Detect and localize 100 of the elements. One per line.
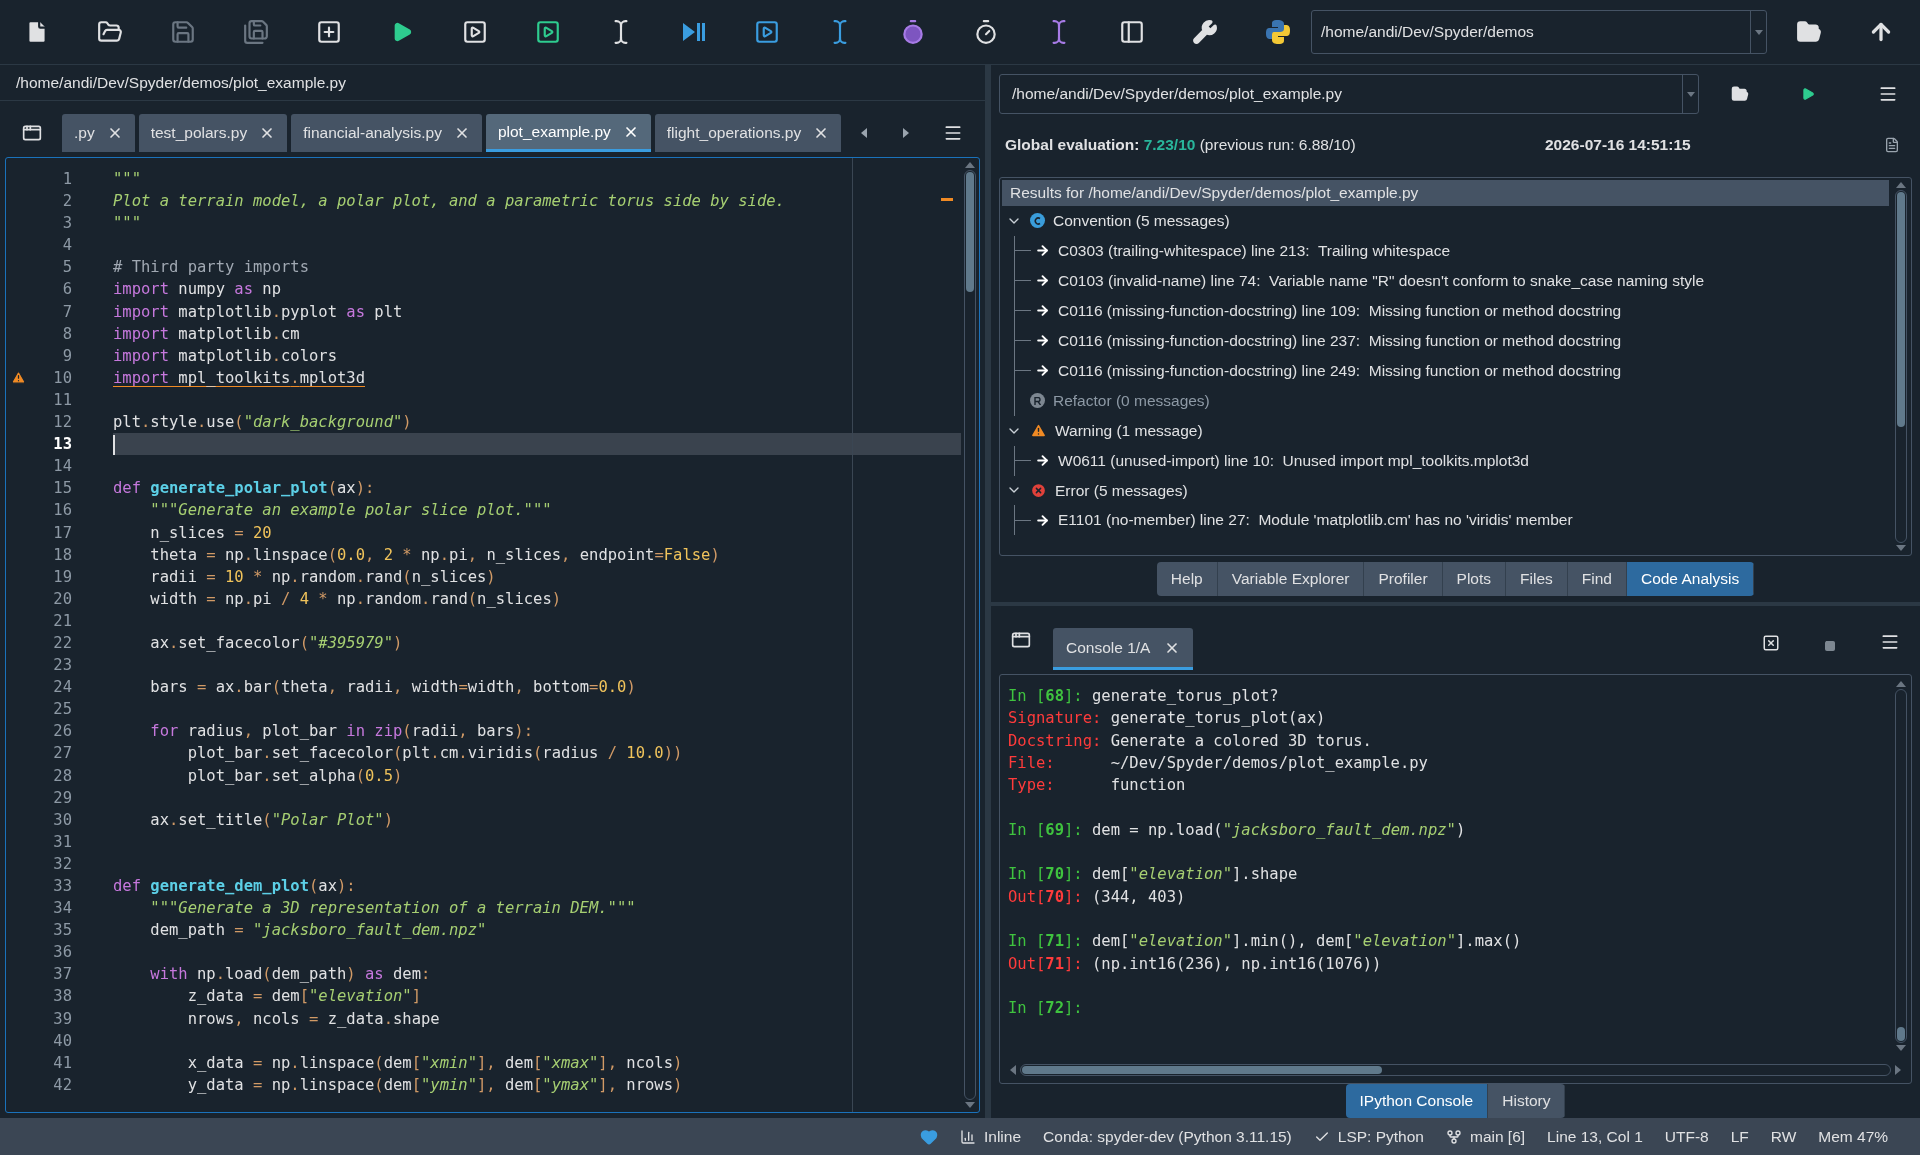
code-line: bars = ax.bar(theta, radii, width=width, bottom=0.0) [149,678,636,697]
pane-tab[interactable]: Plots [1442,562,1507,596]
working-directory-combo[interactable]: /home/andi/Dev/Spyder/demos [1311,10,1767,54]
run-cell-icon [461,19,488,45]
editor-tab[interactable]: financial-analysis.py [291,114,482,152]
window-icon[interactable] [22,123,42,143]
close-console-icon[interactable] [1762,634,1780,652]
menu-icon[interactable] [1880,632,1900,652]
scrollbar-thumb[interactable] [1897,1027,1905,1041]
line-number: 14 [52,456,72,478]
chart-icon [960,1128,976,1145]
status-item: Mem 47% [1818,1126,1889,1147]
window-icon[interactable] [1011,630,1031,650]
pane-tab[interactable]: Help [1156,562,1218,596]
tab-label: test_polars.py [150,123,248,144]
status-item: Line 13, Col 1 [1547,1126,1643,1147]
console-tab[interactable]: Console 1/A [1053,628,1194,670]
pane-tab[interactable]: Profiler [1364,562,1443,596]
scroll-down-arrow-icon[interactable] [1896,1045,1906,1051]
pane-tab[interactable]: Variable Explorer [1217,562,1365,596]
tab-label: plot_example.py [497,121,611,142]
line-number: 5 [61,257,72,279]
pane-tab[interactable]: Code Analysis [1626,562,1755,596]
stop-icon[interactable] [1824,640,1836,652]
console-line: Out[71]: (np.int16(236), np.int16(1076)) [1008,954,1382,973]
line-number: 11 [52,389,72,411]
run-icon[interactable] [1801,87,1815,101]
code-line: n_slices = 20 [149,523,272,542]
code-line: for radius, plot_bar in zip(radii, bars): [149,722,533,741]
scroll-up-arrow-icon[interactable] [1896,182,1906,188]
line-number: 18 [52,544,72,566]
line-number: 10 [52,367,72,389]
tree-item[interactable]: Error (5 messages) [1055,475,1188,506]
line-number: 28 [52,765,72,787]
folder-icon[interactable] [1731,85,1749,103]
line-number: 19 [52,566,72,588]
code-line: with np.load(dem_path) as dem: [149,965,431,984]
tree-item[interactable]: C0116 (missing-function-docstring) line 237: Missing function or method docstring [1058,325,1622,356]
tab-label: flight_operations.py [666,123,802,144]
save-icon [169,19,196,45]
line-number: 34 [52,898,72,920]
status-item: LF [1730,1126,1749,1147]
editor-tab[interactable]: test_polars.py [138,114,288,152]
tree-item[interactable]: Convention (5 messages) [1053,206,1230,236]
tree-item[interactable]: E1101 (no-member) line 27: Module 'matplotlib.cm' has no 'viridis' member [1058,505,1573,536]
editor-tab[interactable]: flight_operations.py [654,114,842,152]
tree-item[interactable]: Warning (1 message) [1055,415,1203,446]
line-number: 9 [61,345,72,367]
tree-item[interactable]: C0303 (trailing-whitespace) line 213: Trailing whitespace [1058,235,1450,266]
line-number: 20 [52,588,72,610]
line-number: 23 [52,655,72,677]
menu-icon[interactable] [1878,84,1898,104]
line-number: 17 [52,522,72,544]
scrollbar-thumb[interactable] [1022,1066,1382,1074]
folder-icon [1796,19,1822,45]
code-line: import matplotlib.pyplot as plt [113,302,403,321]
dropdown-arrow-icon[interactable] [1754,29,1763,35]
dropdown-arrow-icon[interactable] [1686,91,1695,97]
maximize-pane-icon [1118,19,1145,45]
scrollbar-thumb[interactable] [1897,192,1905,427]
code-line: import matplotlib.colors [113,346,337,365]
preferences-icon [1191,19,1218,45]
line-number: 4 [61,235,72,257]
arrow-icon [1035,363,1050,379]
line-number: 13 [52,434,72,456]
scroll-right-arrow-icon[interactable] [1895,1065,1901,1075]
scroll-down-arrow-icon[interactable] [1896,545,1906,551]
scroll-right-icon[interactable] [903,128,910,138]
tree-item[interactable]: C0116 (missing-function-docstring) line 109: Missing function or method docstring [1058,295,1622,326]
code-line: ax.set_facecolor("#395979") [149,633,403,652]
status-item: Conda: spyder-dev (Python 3.11.15) [1043,1126,1292,1147]
scroll-up-arrow-icon[interactable] [1896,681,1906,687]
editor-tab[interactable]: plot_example.py [485,114,651,152]
code-line: import numpy as np [113,280,281,299]
code-line: plot_bar.set_facecolor(plt.cm.viridis(radius / 10.0)) [186,744,683,763]
scrollbar-thumb[interactable] [966,172,974,292]
scroll-left-icon[interactable] [861,128,868,138]
document-icon[interactable] [1884,137,1900,153]
pane-tab[interactable]: History [1488,1084,1566,1118]
tree-item[interactable]: W0611 (unused-import) line 10: Unused import mpl_toolkits.mplot3d [1058,445,1529,476]
line-number: 37 [52,964,72,986]
menu-icon[interactable] [943,123,963,143]
scroll-up-arrow-icon[interactable] [965,162,975,168]
tree-item[interactable]: C0103 (invalid-name) line 74: Variable name "R" doesn't conform to snake_case naming style [1058,265,1705,296]
line-number: 41 [52,1052,72,1074]
editor-tab[interactable]: .py [62,114,135,152]
pane-tab[interactable]: Find [1567,562,1627,596]
scroll-down-arrow-icon[interactable] [965,1102,975,1108]
line-number: 1 [61,169,72,190]
scroll-left-arrow-icon[interactable] [1010,1065,1016,1075]
file-path: /home/andi/Dev/Spyder/demos/plot_example.py [0,65,985,101]
pane-tab[interactable]: IPython Console [1345,1084,1489,1118]
console-line: In [72]: [1008,999,1083,1018]
tree-item[interactable]: C0116 (missing-function-docstring) line 249: Missing function or method docstring [1058,355,1622,386]
debug-cell-icon [753,19,780,45]
path-combo[interactable]: /home/andi/Dev/Spyder/demos/plot_example.py [999,74,1699,114]
tree-item[interactable]: Refactor (0 messages) [1053,385,1210,416]
pane-tab[interactable]: Files [1506,562,1568,596]
tab-label: .py [74,123,95,144]
line-number: 22 [52,632,72,654]
